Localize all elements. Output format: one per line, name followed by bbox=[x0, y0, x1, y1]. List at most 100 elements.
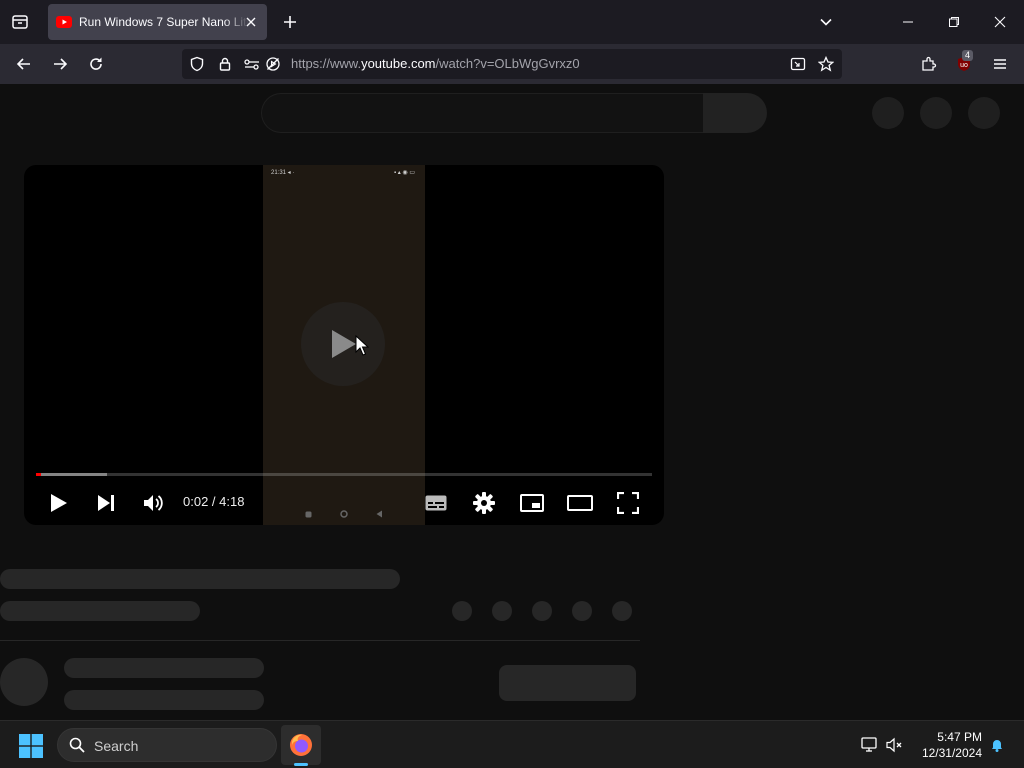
firefox-view-icon bbox=[12, 15, 28, 29]
mouse-cursor-icon bbox=[355, 335, 369, 356]
taskbar-search[interactable]: Search bbox=[57, 728, 277, 762]
restore-button[interactable] bbox=[931, 0, 977, 44]
youtube-icon bbox=[56, 14, 72, 30]
arrow-left-icon bbox=[16, 58, 30, 70]
plus-icon bbox=[284, 16, 296, 28]
list-all-tabs-button[interactable] bbox=[814, 10, 838, 34]
running-app-indicator bbox=[294, 763, 308, 766]
app-menu-button[interactable] bbox=[988, 52, 1012, 76]
miniplayer-button[interactable] bbox=[516, 487, 548, 519]
reload-icon bbox=[90, 57, 102, 70]
subtitles-icon bbox=[425, 495, 447, 511]
close-window-button[interactable] bbox=[977, 0, 1023, 44]
header-button-placeholder[interactable] bbox=[920, 97, 952, 129]
lock-icon[interactable] bbox=[216, 55, 234, 73]
puzzle-piece-icon bbox=[922, 56, 937, 71]
firefox-view-button[interactable] bbox=[8, 10, 32, 34]
fullscreen-icon bbox=[617, 492, 639, 514]
channel-name-skeleton bbox=[0, 601, 200, 621]
subscribe-button-skeleton bbox=[499, 665, 636, 701]
phone-status-time: 21:31 ◂ · bbox=[271, 170, 295, 176]
arrow-right-icon bbox=[54, 58, 68, 70]
play-icon bbox=[332, 330, 356, 358]
next-video-button[interactable] bbox=[90, 487, 122, 519]
fullscreen-button[interactable] bbox=[612, 487, 644, 519]
system-clock[interactable]: 5:47 PM 12/31/2024 bbox=[910, 729, 982, 761]
play-icon bbox=[51, 494, 67, 512]
extensions-button[interactable] bbox=[917, 52, 941, 76]
subtitles-button[interactable] bbox=[420, 487, 452, 519]
action-button-skeleton bbox=[612, 601, 632, 621]
gear-icon bbox=[473, 492, 495, 514]
subscriber-count-skeleton bbox=[64, 690, 264, 710]
action-button-skeleton bbox=[492, 601, 512, 621]
browser-tab-active[interactable]: Run Windows 7 Super Nano Lite on Android bbox=[48, 4, 267, 40]
windows-taskbar: Search 5:47 PM 12/31/2024 bbox=[0, 720, 1024, 768]
skip-next-icon bbox=[98, 495, 114, 511]
large-play-button[interactable] bbox=[301, 302, 385, 386]
current-time: 0:02 bbox=[183, 494, 209, 509]
search-input-placeholder[interactable] bbox=[261, 93, 704, 133]
clock-time: 5:47 PM bbox=[937, 730, 982, 744]
mute-button[interactable] bbox=[137, 487, 169, 519]
minimize-button[interactable] bbox=[885, 0, 931, 44]
volume-icon bbox=[144, 495, 163, 511]
navigation-toolbar: https://www.youtube.com/watch?v=OLbWgGvr… bbox=[0, 44, 1024, 84]
youtube-page: 21:31 ◂ · ▪ ▴ ◉ ▭ 0:02 / 4:18 bbox=[0, 84, 1024, 720]
reload-button[interactable] bbox=[84, 52, 108, 76]
restore-icon bbox=[949, 17, 959, 27]
forward-button[interactable] bbox=[48, 52, 72, 76]
chevron-down-icon bbox=[820, 18, 832, 26]
action-button-skeleton bbox=[452, 601, 472, 621]
video-title-skeleton bbox=[0, 569, 400, 589]
theater-mode-button[interactable] bbox=[564, 487, 596, 519]
url-host: youtube.com bbox=[361, 56, 436, 71]
network-icon[interactable] bbox=[861, 736, 879, 754]
address-bar[interactable]: https://www.youtube.com/watch?v=OLbWgGvr… bbox=[182, 49, 842, 79]
settings-button[interactable] bbox=[468, 487, 500, 519]
hamburger-menu-icon bbox=[994, 59, 1006, 69]
url-prefix: https://www. bbox=[291, 56, 362, 71]
action-button-skeleton bbox=[532, 601, 552, 621]
volume-muted-icon[interactable] bbox=[886, 736, 904, 754]
search-label: Search bbox=[94, 738, 139, 754]
header-button-placeholder[interactable] bbox=[872, 97, 904, 129]
url-path: /watch?v=OLbWgGvrxz0 bbox=[435, 56, 580, 71]
start-button[interactable] bbox=[16, 731, 46, 761]
extension-badge: 4 bbox=[962, 50, 974, 61]
divider bbox=[0, 640, 640, 641]
back-button[interactable] bbox=[12, 52, 36, 76]
search-button-placeholder[interactable] bbox=[703, 93, 767, 133]
progress-played bbox=[36, 473, 41, 476]
url-text[interactable]: https://www.youtube.com/watch?v=OLbWgGvr… bbox=[291, 56, 580, 71]
video-progress-bar[interactable] bbox=[36, 473, 652, 476]
notification-bell-icon[interactable] bbox=[988, 736, 1006, 754]
tab-close-icon[interactable] bbox=[243, 14, 259, 30]
progress-buffered bbox=[36, 473, 107, 476]
play-button[interactable] bbox=[43, 487, 75, 519]
search-icon bbox=[69, 737, 85, 753]
new-tab-button[interactable] bbox=[278, 10, 302, 34]
video-player[interactable]: 21:31 ◂ · ▪ ▴ ◉ ▭ 0:02 / 4:18 bbox=[24, 165, 664, 525]
windows-logo-icon bbox=[19, 734, 43, 758]
theater-mode-icon bbox=[567, 495, 593, 511]
tracking-protection-shield-icon[interactable] bbox=[188, 55, 206, 73]
time-display: 0:02 / 4:18 bbox=[183, 494, 244, 509]
miniplayer-icon bbox=[520, 494, 544, 512]
bookmark-star-icon[interactable] bbox=[817, 55, 835, 73]
minimize-icon bbox=[903, 21, 913, 23]
action-button-skeleton bbox=[572, 601, 592, 621]
phone-square-icon bbox=[304, 510, 312, 518]
channel-avatar-skeleton bbox=[0, 658, 48, 706]
video-duration: 4:18 bbox=[219, 494, 245, 509]
taskbar-firefox[interactable] bbox=[281, 725, 321, 765]
permissions-icon[interactable] bbox=[243, 55, 261, 73]
autoplay-blocked-icon[interactable] bbox=[264, 55, 282, 73]
picture-in-picture-icon[interactable] bbox=[789, 55, 807, 73]
phone-back-icon bbox=[375, 510, 383, 518]
tab-strip: Run Windows 7 Super Nano Lite on Android bbox=[0, 0, 1024, 44]
avatar-placeholder[interactable] bbox=[968, 97, 1000, 129]
tab-title: Run Windows 7 Super Nano Lite on Android bbox=[79, 15, 249, 29]
phone-home-icon bbox=[340, 510, 348, 518]
time-separator: / bbox=[208, 494, 220, 509]
